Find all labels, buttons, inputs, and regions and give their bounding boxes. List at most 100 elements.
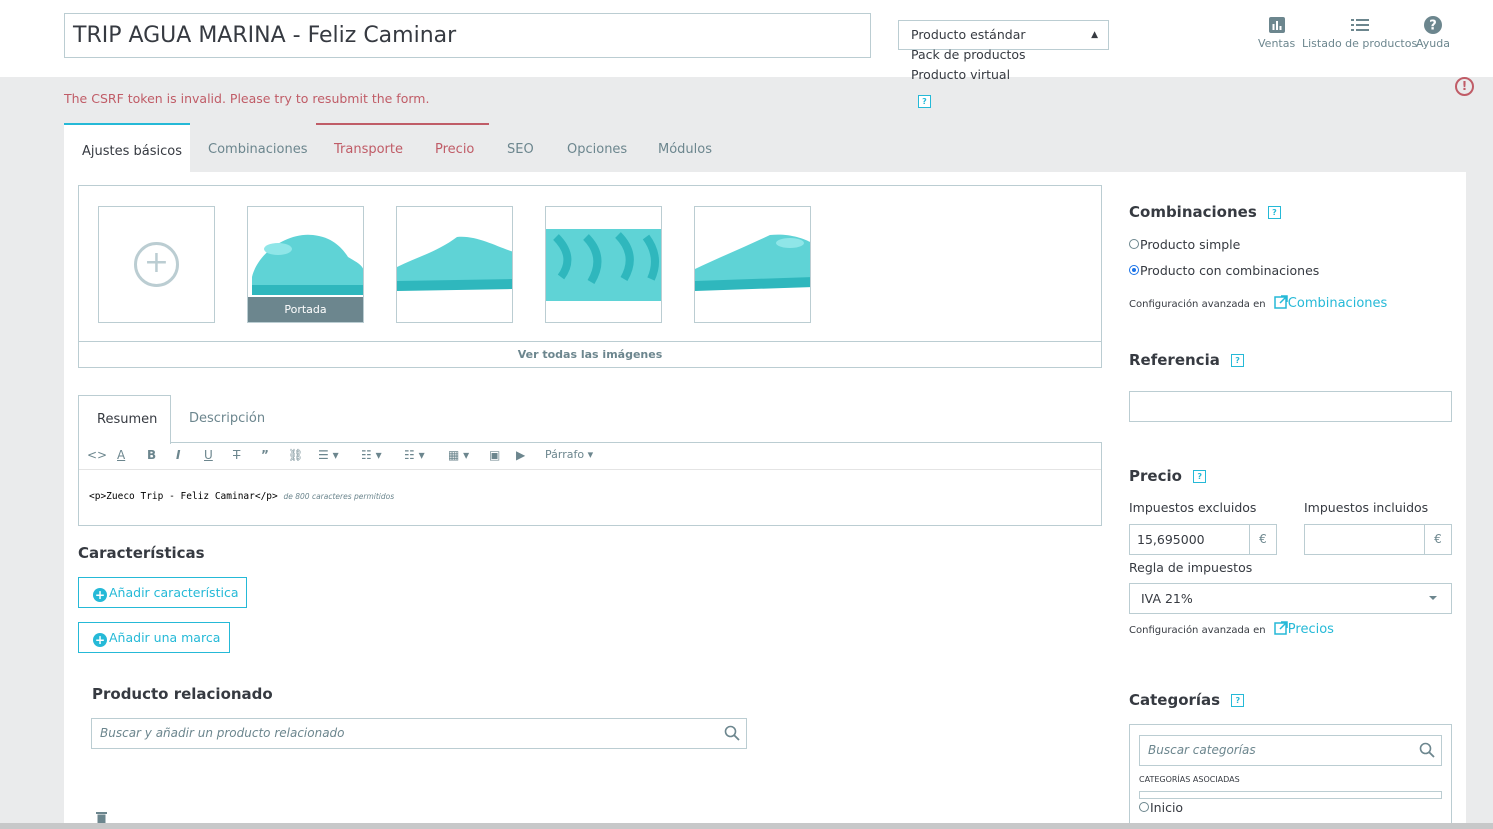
table-icon[interactable]: ▦ ▾ [448, 448, 469, 462]
product-list-link[interactable]: Listado de productos [1302, 16, 1417, 50]
price-title: Precio ? [1129, 467, 1207, 485]
product-image-cover[interactable]: Portada [247, 206, 364, 323]
media-icon[interactable]: ▶ [516, 448, 525, 462]
external-link-icon [1274, 621, 1288, 635]
combinations-title-text: Combinaciones [1129, 203, 1257, 221]
related-product-search-input[interactable]: Buscar y añadir un producto relacionado [91, 718, 747, 749]
tab-options[interactable]: Opciones [567, 123, 627, 172]
price-advanced-link[interactable]: Precios [1288, 622, 1334, 637]
paragraph-format-label: Párrafo [545, 448, 585, 461]
product-tabs: Ajustes básicos Combinaciones Transporte… [64, 123, 764, 172]
currency-suffix: € [1424, 525, 1451, 554]
features-title: Características [78, 544, 205, 562]
combinations-advanced-link[interactable]: Combinaciones [1288, 296, 1388, 311]
tab-modules[interactable]: Módulos [658, 123, 712, 172]
categories-box: Buscar categorías CATEGORÍAS ASOCIADAS I… [1129, 724, 1452, 829]
help-link[interactable]: ? Ayuda [1416, 16, 1450, 50]
help-circle-icon: ? [1423, 16, 1442, 34]
category-search-input[interactable]: Buscar categorías [1139, 735, 1442, 766]
help-icon[interactable]: ? [1231, 354, 1245, 367]
plus-circle-icon: + [134, 242, 179, 287]
text-color-icon[interactable]: A [117, 448, 125, 462]
associated-categories-list [1139, 791, 1442, 799]
add-feature-label: Añadir característica [109, 585, 239, 600]
add-feature-button[interactable]: + Añadir característica [78, 577, 247, 608]
product-image[interactable] [396, 206, 513, 323]
bullet-list-icon[interactable]: ☷ ▾ [361, 448, 382, 462]
tab-basic-settings[interactable]: Ajustes básicos [64, 123, 190, 172]
sales-link[interactable]: Ventas [1258, 16, 1295, 50]
reference-title: Referencia ? [1129, 351, 1245, 369]
bar-chart-icon [1268, 17, 1285, 33]
trash-icon[interactable] [96, 811, 107, 823]
reference-input[interactable] [1129, 391, 1452, 422]
category-tree-label: Inicio [1150, 800, 1184, 815]
advanced-config-prefix: Configuración avanzada en [1129, 299, 1266, 310]
tab-summary[interactable]: Resumen [78, 395, 171, 444]
add-image-dropzone[interactable]: + [98, 206, 215, 323]
tab-seo[interactable]: SEO [507, 123, 534, 172]
underline-icon[interactable]: U [204, 448, 213, 462]
product-list-label: Listado de productos [1302, 37, 1418, 50]
related-product-title: Producto relacionado [92, 685, 273, 703]
product-type-help-icon[interactable]: ? [918, 95, 931, 108]
tab-combinations[interactable]: Combinaciones [208, 123, 308, 172]
simple-product-radio[interactable]: Producto simple [1129, 237, 1240, 252]
tab-shipping[interactable]: Transporte [334, 125, 403, 174]
plus-icon: + [93, 633, 107, 647]
product-image[interactable] [694, 206, 811, 323]
product-type-option[interactable]: Producto virtual [911, 65, 1026, 85]
price-tax-excluded-input[interactable]: 15,695000 € [1129, 524, 1277, 555]
strikethrough-icon[interactable]: T [233, 448, 240, 462]
categories-title-text: Categorías [1129, 691, 1221, 709]
add-brand-button[interactable]: + Añadir una marca [78, 622, 230, 653]
add-brand-label: Añadir una marca [109, 630, 221, 645]
category-tree-item[interactable]: Inicio [1139, 800, 1183, 815]
help-label: Ayuda [1416, 37, 1450, 50]
horizontal-scrollbar[interactable] [0, 823, 1493, 829]
source-code-icon[interactable]: <> [87, 448, 107, 462]
paragraph-format-select[interactable]: Párrafo ▾ [545, 448, 593, 461]
select-updown-icon: ▲ [1091, 30, 1098, 40]
price-title-text: Precio [1129, 467, 1182, 485]
reference-title-text: Referencia [1129, 351, 1220, 369]
bold-icon[interactable]: B [147, 448, 156, 462]
blockquote-icon[interactable]: ” [261, 448, 269, 462]
list-icon [1350, 19, 1369, 31]
external-link-icon [1274, 295, 1288, 309]
price-tax-excluded-value: 15,695000 [1137, 532, 1205, 547]
tax-excluded-label: Impuestos excluidos [1129, 500, 1257, 515]
search-icon [1419, 742, 1435, 758]
editor-tabs: Resumen Descripción [78, 395, 1102, 444]
radio-off-icon [1139, 802, 1149, 812]
combinations-title: Combinaciones ? [1129, 203, 1281, 221]
help-icon[interactable]: ? [1193, 470, 1207, 483]
product-type-options: Pack de productos Producto virtual [911, 45, 1026, 85]
product-images: + Portada Ver todas las imágenes [78, 185, 1102, 368]
see-all-images-button[interactable]: Ver todas las imágenes [79, 341, 1101, 368]
numbered-list-icon[interactable]: ☷ ▾ [404, 448, 425, 462]
category-search-placeholder: Buscar categorías [1148, 743, 1256, 757]
summary-editor[interactable]: <> A B I U T ” ⛓ ☰ ▾ ☷ ▾ ☷ ▾ ▦ ▾ ▣ ▶ Pár… [78, 442, 1102, 526]
italic-icon[interactable]: I [176, 448, 180, 462]
combinations-product-radio[interactable]: Producto con combinaciones [1129, 263, 1319, 278]
related-product-placeholder: Buscar y añadir un producto relacionado [100, 726, 345, 740]
tax-rule-select[interactable]: IVA 21% [1129, 583, 1452, 614]
help-icon[interactable]: ? [1231, 694, 1245, 707]
product-type-option[interactable]: Pack de productos [911, 45, 1026, 65]
editor-content[interactable]: <p>Zueco Trip - Feliz Caminar</p> de 800… [89, 491, 394, 502]
categories-title: Categorías ? [1129, 691, 1245, 709]
link-icon[interactable]: ⛓ [288, 448, 303, 462]
product-name-input[interactable]: TRIP AGUA MARINA - Feliz Caminar [64, 13, 871, 58]
currency-suffix: € [1249, 525, 1276, 554]
image-icon[interactable]: ▣ [489, 448, 500, 462]
tab-price[interactable]: Precio [435, 125, 474, 174]
combinations-advanced-config: Configuración avanzada en Combinaciones [1129, 295, 1387, 311]
price-tax-included-input[interactable]: € [1304, 524, 1452, 555]
align-icon[interactable]: ☰ ▾ [318, 448, 339, 462]
radio-off-icon [1129, 239, 1139, 249]
help-icon[interactable]: ? [1267, 206, 1281, 219]
product-image[interactable] [545, 206, 662, 323]
caret-down-icon [1429, 596, 1437, 600]
tab-description[interactable]: Descripción [189, 395, 265, 443]
